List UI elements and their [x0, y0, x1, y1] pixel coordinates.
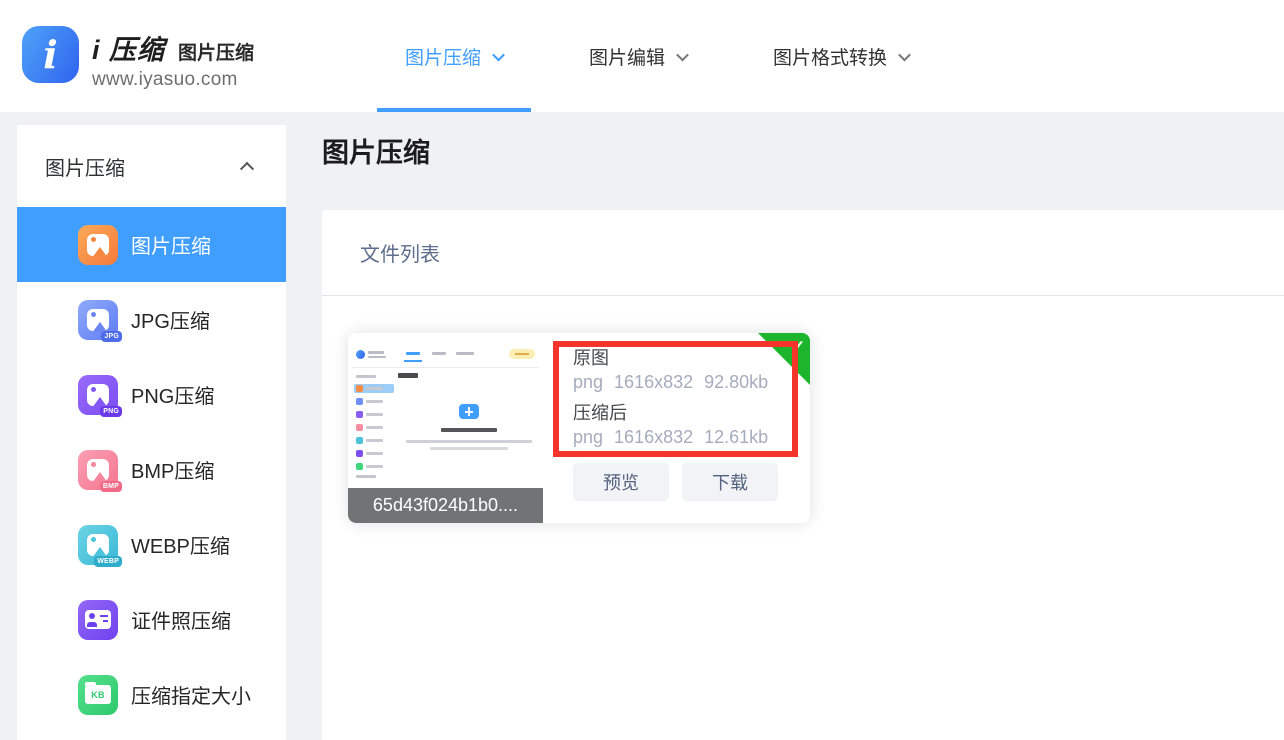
thumb-row	[354, 449, 394, 458]
sidebar-item-webp-compress[interactable]: WEBP WEBP压缩	[17, 507, 286, 582]
header: i i 压缩 图片压缩 www.iyasuo.com 图片压缩 图片编辑 图片格…	[0, 0, 1284, 112]
format-badge: WEBP	[94, 556, 122, 567]
sidebar-item-label: 证件照压缩	[131, 605, 231, 634]
brand-product: 图片压缩	[178, 38, 254, 65]
thumb-caption-bar	[441, 428, 497, 432]
thumb-row	[354, 423, 394, 432]
thumb-mini-sidebar	[354, 375, 394, 484]
chevron-down-icon	[492, 48, 505, 61]
filename: 65d43f024b1b0....	[373, 495, 518, 516]
sidebar-item-target-size-compress[interactable]: KB 压缩指定大小	[17, 657, 286, 732]
page-title: 图片压缩	[322, 131, 430, 170]
brand-url: www.iyasuo.com	[92, 69, 254, 91]
jpg-compress-icon: JPG	[78, 300, 118, 340]
thumb-upload-icon	[459, 404, 479, 419]
brand-name: i 压缩	[92, 28, 165, 67]
compressed-info: png 1616x832 12.61kb	[573, 425, 768, 449]
sidebar-group-label: 图片压缩	[45, 152, 125, 181]
sidebar-item-idphoto-compress[interactable]: 证件照压缩	[17, 582, 286, 657]
filename-bar: 65d43f024b1b0....	[348, 488, 543, 523]
webp-compress-icon: WEBP	[78, 525, 118, 565]
kb-folder-icon: KB	[78, 675, 118, 715]
format-badge: BMP	[100, 481, 122, 492]
chevron-down-icon	[898, 48, 911, 61]
thumb-row	[354, 397, 394, 406]
thumb-mini-title	[398, 373, 418, 378]
thumb-bar	[456, 352, 474, 355]
thumb-bar	[432, 352, 446, 355]
nav-item-format-convert[interactable]: 图片格式转换	[745, 0, 937, 112]
thumb-bar	[368, 356, 386, 358]
thumb-mini-logo	[356, 350, 365, 359]
thumb-row	[354, 436, 394, 445]
nav-label: 图片格式转换	[773, 43, 887, 70]
nav-item-image-compress[interactable]: 图片压缩	[377, 0, 531, 112]
thumbnail-mini-ui	[352, 349, 539, 489]
thumb-row	[354, 462, 394, 471]
thumb-row	[354, 410, 394, 419]
download-button[interactable]: 下载	[682, 463, 778, 501]
brand-logo[interactable]: i i 压缩 图片压缩 www.iyasuo.com	[22, 26, 254, 91]
thumb-text-bar	[430, 447, 508, 450]
compressed-label: 压缩后	[573, 402, 768, 425]
format-badge: JPG	[101, 331, 122, 342]
panel-title: 文件列表	[360, 238, 440, 267]
original-label: 原图	[573, 347, 768, 370]
bmp-compress-icon: BMP	[78, 450, 118, 490]
nav-label: 图片编辑	[589, 43, 665, 70]
thumb-row	[354, 384, 394, 393]
thumb-mini-nav	[406, 352, 420, 355]
file-list-panel: 文件列表	[322, 210, 1284, 740]
compressed-dimensions: 1616x832	[614, 425, 693, 449]
compressed-format: png	[573, 425, 603, 449]
chevron-up-icon	[240, 162, 254, 176]
thumb-mini-main	[398, 373, 539, 450]
format-badge: PNG	[100, 406, 122, 417]
sidebar-item-label: WEBP压缩	[131, 530, 230, 559]
sidebar-item-label: 压缩指定大小	[131, 680, 251, 709]
sidebar-item-label: 图片压缩	[131, 230, 211, 259]
compressed-size: 12.61kb	[704, 425, 768, 449]
original-size: 92.80kb	[704, 370, 768, 394]
nav-label: 图片压缩	[405, 43, 481, 70]
id-photo-icon	[78, 600, 118, 640]
sidebar-group-header[interactable]: 图片压缩	[17, 125, 286, 207]
card-buttons: 预览 下载	[573, 463, 778, 501]
thumb-mini-button	[509, 349, 535, 359]
kb-badge: KB	[91, 690, 105, 700]
app-screen: i i 压缩 图片压缩 www.iyasuo.com 图片压缩 图片编辑 图片格…	[0, 0, 1284, 740]
thumb-mini-header	[354, 349, 537, 363]
png-compress-icon: PNG	[78, 375, 118, 415]
sidebar-item-label: PNG压缩	[131, 380, 214, 409]
sidebar: 图片压缩 图片压缩 JPG JPG压缩 PNG PNG压缩	[17, 125, 286, 740]
sidebar-item-label: BMP压缩	[131, 455, 214, 484]
chevron-down-icon	[676, 48, 689, 61]
panel-header: 文件列表	[322, 210, 1284, 296]
file-info: 原图 png 1616x832 92.80kb 压缩后 png 1616x832…	[573, 347, 768, 457]
main-nav: 图片压缩 图片编辑 图片格式转换	[377, 0, 937, 112]
original-info: png 1616x832 92.80kb	[573, 370, 768, 394]
sidebar-item-bmp-compress[interactable]: BMP BMP压缩	[17, 432, 286, 507]
sidebar-item-image-compress[interactable]: 图片压缩	[17, 207, 286, 282]
logo-letter: i	[43, 36, 57, 74]
sidebar-item-jpg-compress[interactable]: JPG JPG压缩	[17, 282, 286, 357]
file-thumbnail[interactable]: 65d43f024b1b0....	[348, 333, 543, 523]
sidebar-item-label: JPG压缩	[131, 305, 210, 334]
thumb-text-bar	[406, 440, 532, 443]
file-card: 65d43f024b1b0.... 原图 png 1616x832 92.80k…	[348, 333, 810, 523]
sidebar-item-png-compress[interactable]: PNG PNG压缩	[17, 357, 286, 432]
nav-item-image-edit[interactable]: 图片编辑	[561, 0, 715, 112]
original-format: png	[573, 370, 603, 394]
image-compress-icon	[78, 225, 118, 265]
logo-icon: i	[22, 26, 79, 83]
logo-text: i 压缩 图片压缩 www.iyasuo.com	[92, 26, 254, 91]
original-dimensions: 1616x832	[614, 370, 693, 394]
thumb-bar	[368, 351, 384, 354]
preview-button[interactable]: 预览	[573, 463, 669, 501]
thumb-divider	[352, 367, 539, 368]
